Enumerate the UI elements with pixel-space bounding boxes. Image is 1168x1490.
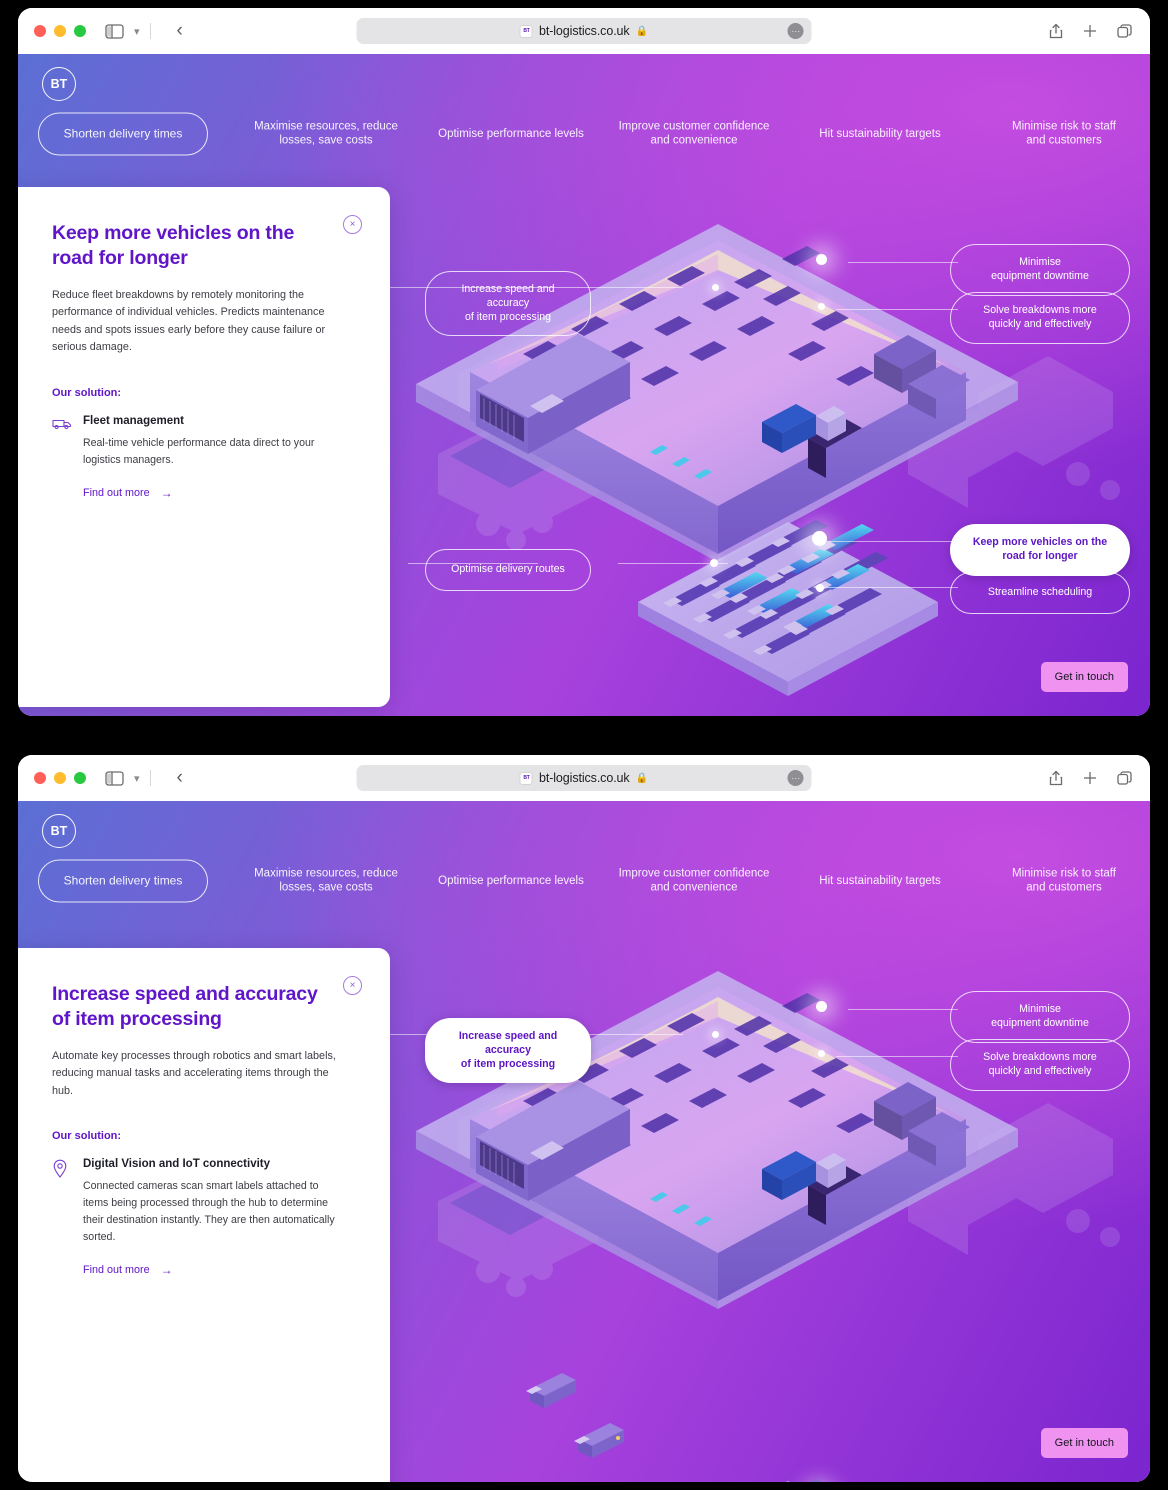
hotspot-dot[interactable]	[818, 303, 825, 310]
info-panel-2: × Increase speed and accuracy of item pr…	[18, 948, 390, 1482]
solution-label: Our solution:	[52, 1130, 122, 1143]
panel-body: Reduce fleet breakdowns by remotely moni…	[52, 288, 326, 354]
connector-line	[818, 587, 958, 588]
solution-label: Our solution:	[52, 386, 122, 399]
find-out-more-label: Find out more	[83, 1264, 150, 1277]
van-small	[526, 1373, 576, 1408]
browser-window-2: ▾ ‹ BT bt-logistics.co.uk 🔒 ⋯ BT Shorten…	[18, 755, 1150, 1482]
maximize-window-button[interactable]	[74, 772, 86, 784]
chrome-divider	[149, 770, 151, 786]
browser-window-1: ▾ ‹ BT bt-logistics.co.uk 🔒 ⋯ BT Shorten…	[18, 8, 1150, 716]
find-out-more-label: Find out more	[83, 487, 150, 500]
arrow-right-icon: →	[160, 1263, 173, 1278]
close-icon[interactable]: ×	[343, 215, 362, 234]
tabs-overview-icon[interactable]	[1117, 23, 1132, 39]
solution-description: Real-time vehicle performance data direc…	[83, 436, 315, 466]
location-pin-icon	[52, 1159, 72, 1184]
connector-line	[818, 541, 958, 542]
get-in-touch-button[interactable]: Get in touch	[1040, 1428, 1128, 1458]
panel-title: Increase speed and accuracy of item proc…	[52, 983, 318, 1030]
lock-icon: 🔒	[635, 25, 649, 37]
plus-icon[interactable]	[1083, 771, 1097, 785]
close-window-button[interactable]	[34, 25, 46, 37]
more-dots-icon[interactable]: ⋯	[787, 23, 804, 39]
minimize-window-button[interactable]	[54, 25, 66, 37]
arrow-right-icon: →	[160, 486, 173, 501]
hotspot-pill-solve-breakdowns[interactable]: Solve breakdowns more quickly and effect…	[950, 292, 1130, 344]
get-in-touch-button[interactable]: Get in touch	[1040, 662, 1128, 692]
connector-line	[848, 262, 958, 263]
site-page-1: BT Shorten delivery times Maximise resou…	[18, 54, 1150, 716]
panel-title: Keep more vehicles on the road for longe…	[52, 222, 295, 269]
close-icon[interactable]: ×	[343, 976, 362, 995]
hotspot-pill-streamline-scheduling[interactable]: Streamline scheduling	[950, 572, 1130, 614]
find-out-more-link[interactable]: Find out more →	[83, 1263, 173, 1277]
chevron-down-icon[interactable]: ▾	[134, 25, 140, 38]
sidebar-toggle-icon[interactable]	[104, 23, 124, 39]
plus-icon[interactable]	[1083, 24, 1097, 38]
hotspot-pill-minimise-downtime[interactable]: Minimise equipment downtime	[950, 244, 1130, 296]
more-dots-icon[interactable]: ⋯	[787, 770, 804, 786]
url-bar-2[interactable]: BT bt-logistics.co.uk 🔒 ⋯	[356, 765, 812, 791]
solution-title: Digital Vision and IoT connectivity	[83, 1158, 271, 1171]
connector-line	[836, 1056, 958, 1057]
chrome-actions-2	[1049, 755, 1132, 801]
connector-line	[848, 1009, 958, 1010]
hotspot-dot[interactable]	[712, 284, 719, 291]
chrome-divider	[149, 23, 151, 39]
hotspot-dot[interactable]	[712, 1031, 719, 1038]
hotspot-dot[interactable]	[812, 531, 827, 546]
van-icon	[52, 416, 72, 435]
traffic-lights-2	[34, 772, 86, 784]
find-out-more-link[interactable]: Find out more →	[83, 486, 173, 500]
site-page-2: BT Shorten delivery times Maximise resou…	[18, 801, 1150, 1482]
chevron-down-icon[interactable]: ▾	[134, 772, 140, 785]
solution-description: Connected cameras scan smart labels atta…	[83, 1180, 335, 1243]
hotspot-pill-optimise-routes[interactable]: Optimise delivery routes	[425, 549, 591, 591]
url-bar-1[interactable]: BT bt-logistics.co.uk 🔒 ⋯	[356, 18, 812, 44]
hotspot-pill-increase-speed[interactable]: Increase speed and accuracy of item proc…	[425, 271, 591, 337]
screenshot-stage: ▾ ‹ BT bt-logistics.co.uk 🔒 ⋯ BT Shorten…	[0, 0, 1168, 1490]
panel-body: Automate key processes through robotics …	[52, 1049, 336, 1097]
back-arrow-icon[interactable]: ‹	[177, 767, 183, 789]
close-window-button[interactable]	[34, 772, 46, 784]
site-favicon: BT	[519, 24, 533, 38]
solution-title: Fleet management	[83, 414, 184, 427]
sidebar-toggle-icon[interactable]	[104, 770, 124, 786]
maximize-window-button[interactable]	[74, 25, 86, 37]
hotspot-pill-minimise-downtime[interactable]: Minimise equipment downtime	[950, 991, 1130, 1043]
tabs-overview-icon[interactable]	[1117, 770, 1132, 786]
url-text: bt-logistics.co.uk	[538, 24, 630, 38]
site-favicon: BT	[519, 771, 533, 785]
share-icon[interactable]	[1049, 23, 1063, 39]
minimize-window-button[interactable]	[54, 772, 66, 784]
lock-icon: 🔒	[635, 772, 649, 784]
hotspot-pill-keep-vehicles[interactable]: Keep more vehicles on the road for longe…	[950, 524, 1130, 576]
browser-chrome-1: ▾ ‹ BT bt-logistics.co.uk 🔒 ⋯	[18, 8, 1150, 54]
hotspot-dot[interactable]	[818, 1050, 825, 1057]
hotspot-dot[interactable]	[816, 584, 824, 592]
hotspot-pill-increase-speed[interactable]: Increase speed and accuracy of item proc…	[425, 1018, 591, 1084]
share-icon[interactable]	[1049, 770, 1063, 786]
url-text: bt-logistics.co.uk	[538, 771, 630, 785]
connector-line	[836, 309, 958, 310]
van-small	[574, 1423, 624, 1458]
browser-chrome-2: ▾ ‹ BT bt-logistics.co.uk 🔒 ⋯	[18, 755, 1150, 801]
solution-row: Fleet management Real-time vehicle perfo…	[52, 415, 344, 501]
solution-row: Digital Vision and IoT connectivity Conn…	[52, 1158, 344, 1278]
back-arrow-icon[interactable]: ‹	[177, 20, 183, 42]
hotspot-dot[interactable]	[816, 254, 827, 265]
hotspot-pill-solve-breakdowns[interactable]: Solve breakdowns more quickly and effect…	[950, 1039, 1130, 1091]
hotspot-dot[interactable]	[816, 1001, 827, 1012]
hotspot-dot[interactable]	[710, 559, 718, 567]
info-panel-1: × Keep more vehicles on the road for lon…	[18, 187, 390, 707]
traffic-lights-1	[34, 25, 86, 37]
chrome-actions-1	[1049, 8, 1132, 54]
